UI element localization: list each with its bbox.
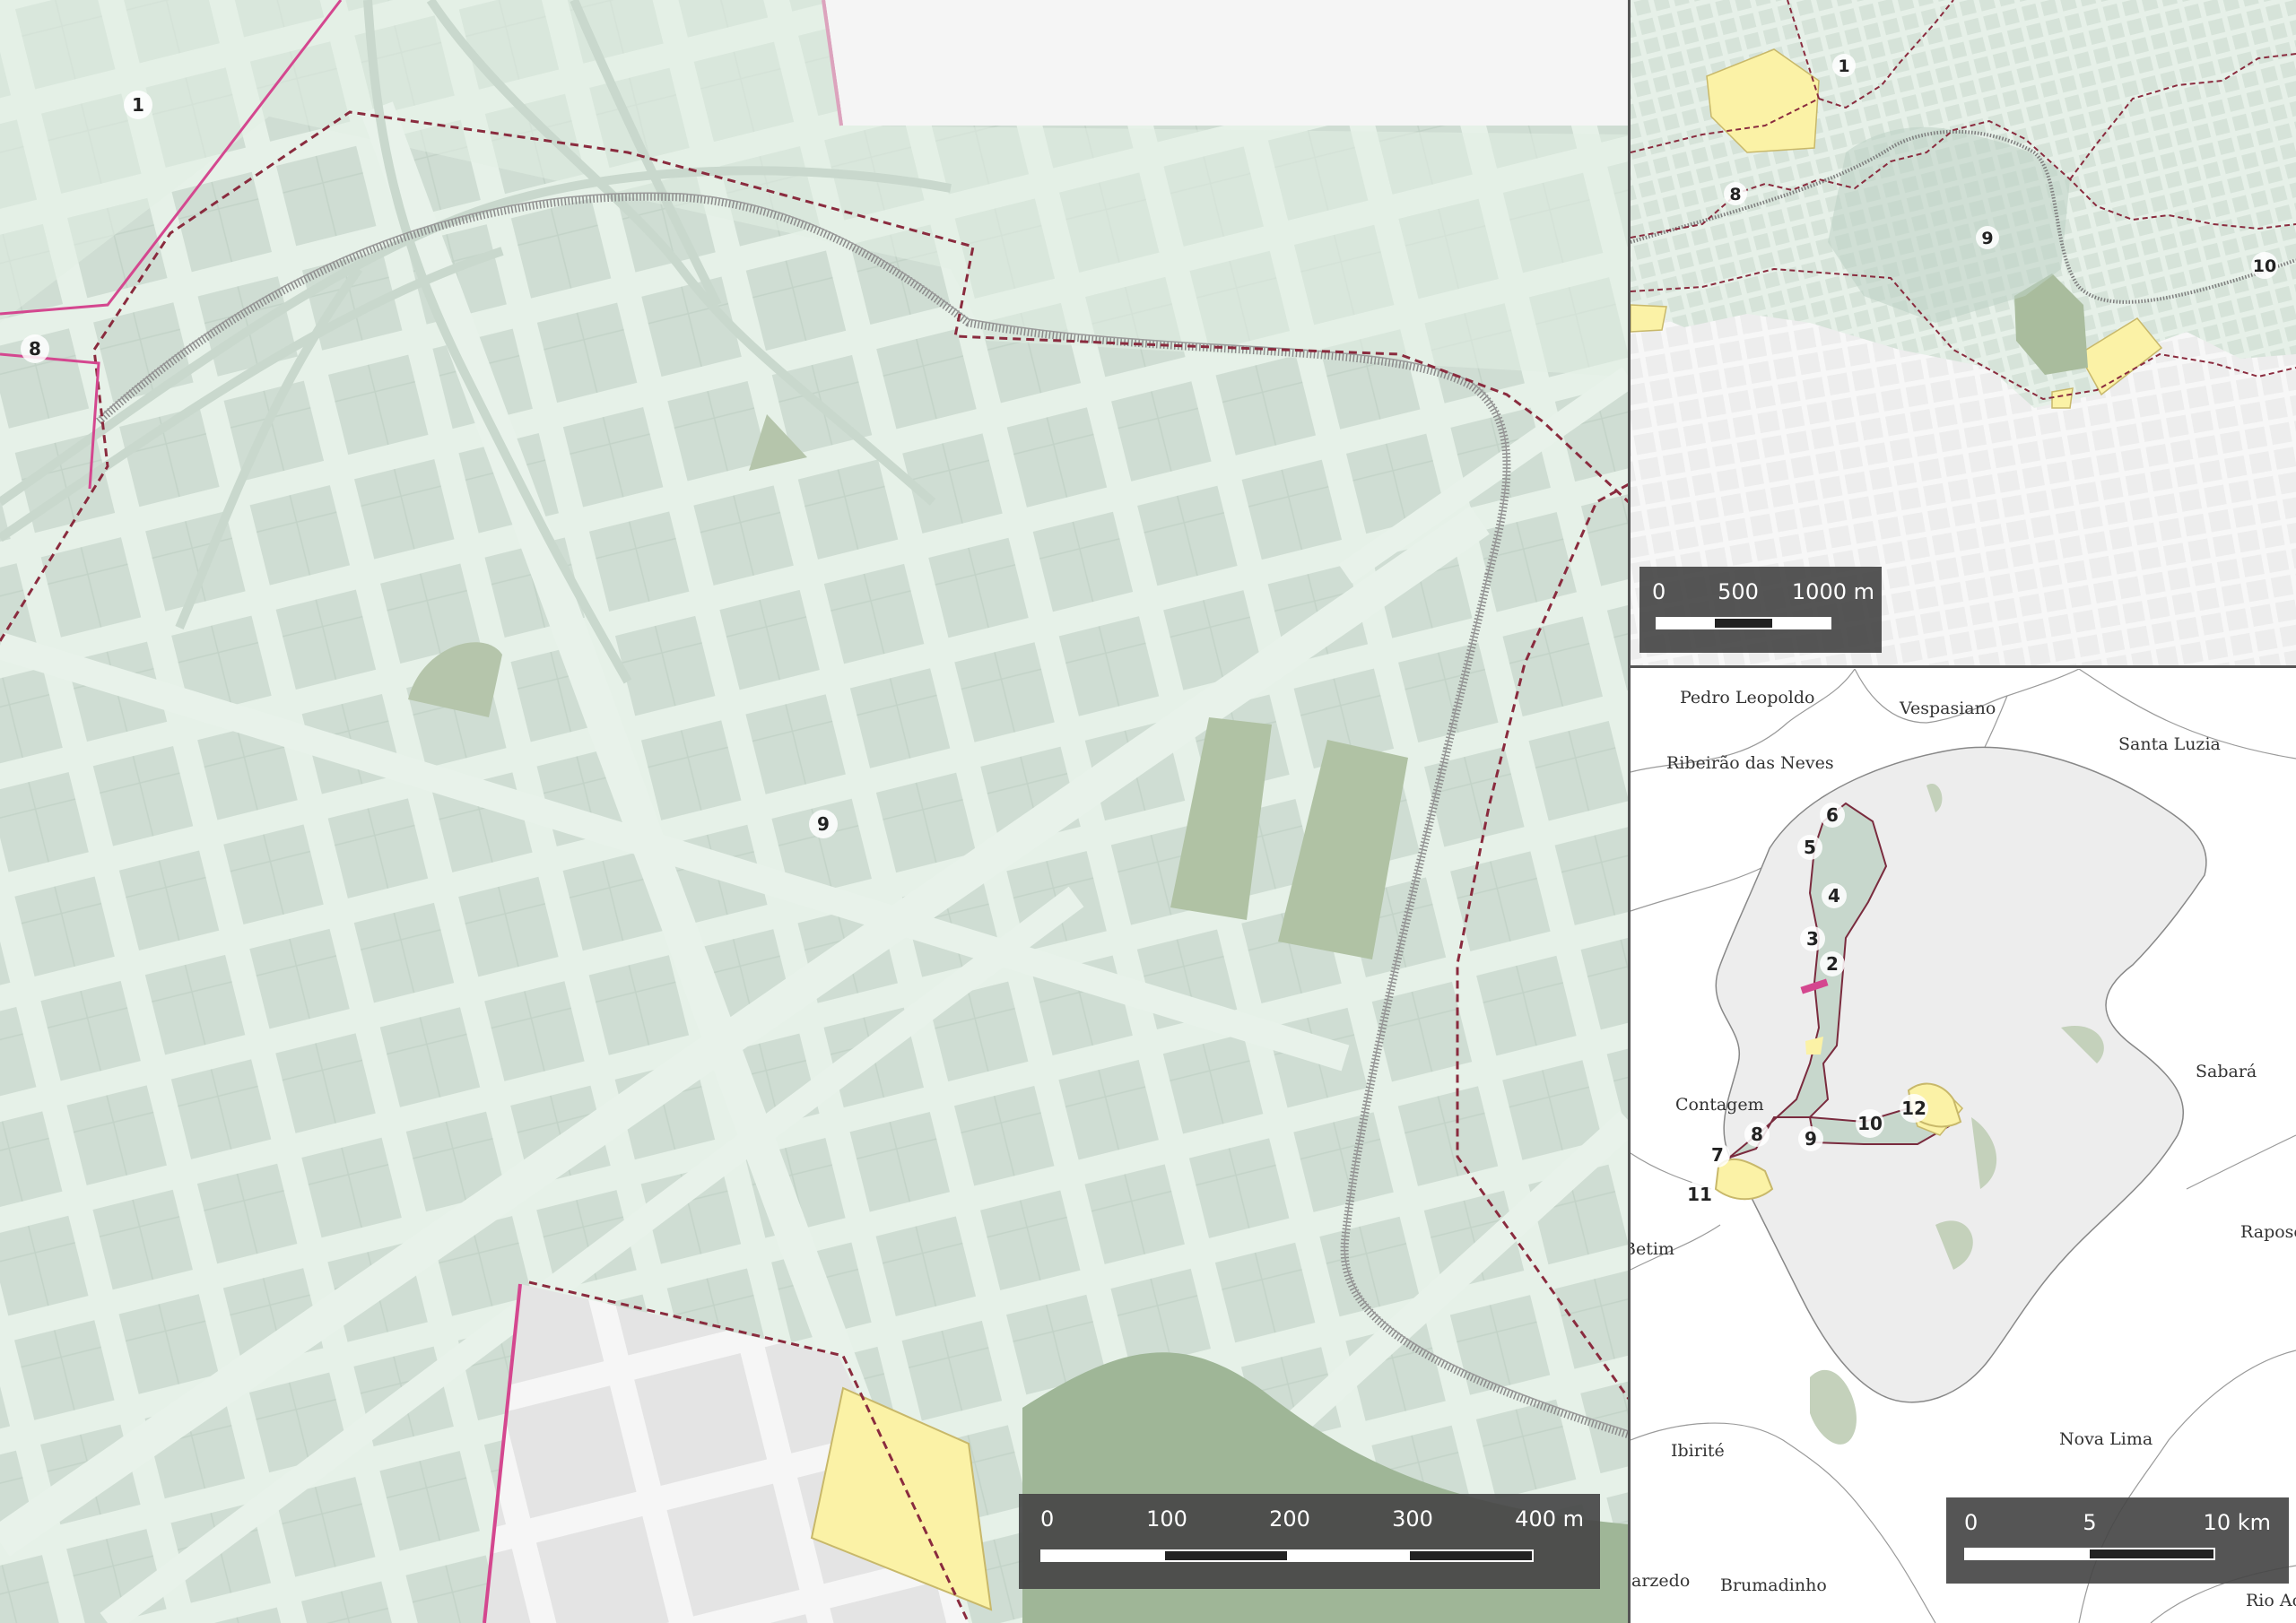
- overview-map: 1 8 9 10: [1631, 0, 2296, 665]
- municipality-label: Santa Luzia: [2118, 734, 2221, 754]
- svg-text:1: 1: [1838, 56, 1849, 76]
- svg-text:8: 8: [1751, 1124, 1763, 1145]
- svg-text:4: 4: [1828, 885, 1840, 907]
- municipality-label: Contagem: [1675, 1095, 1764, 1115]
- panel-divider: [1631, 665, 2296, 668]
- overview-map-panel: 1 8 9 10 0 500 1000 m: [1631, 0, 2296, 665]
- scale-tick: 0: [1040, 1506, 1055, 1532]
- scale-tick: 500: [1718, 579, 1759, 604]
- zone-label-1: 1: [124, 91, 152, 119]
- svg-text:11: 11: [1687, 1184, 1712, 1205]
- zone-label-7: 7: [1705, 1142, 1730, 1167]
- municipality-label: Brumadinho: [1720, 1575, 1827, 1595]
- scale-bar-graphic: [1964, 1548, 2215, 1560]
- zone-label-6: 6: [1820, 803, 1845, 828]
- zone-label-11: 11: [1685, 1180, 1714, 1209]
- svg-text:5: 5: [1804, 837, 1816, 858]
- scale-bar-main: 0 100 200 300 400 m: [1019, 1494, 1600, 1589]
- svg-text:9: 9: [817, 813, 830, 835]
- scale-bar-graphic: [1656, 617, 1831, 629]
- zone-label-9: 9: [809, 810, 838, 838]
- detail-map-panel: 1 8 9 0 100 200 300 400 m: [0, 0, 1629, 1623]
- scale-bar-graphic: [1040, 1549, 1534, 1562]
- svg-text:6: 6: [1826, 804, 1839, 826]
- svg-text:8: 8: [1729, 185, 1741, 204]
- zone-label-12: 12: [1900, 1094, 1928, 1123]
- zone-label-3: 3: [1800, 926, 1825, 951]
- svg-text:3: 3: [1806, 928, 1819, 950]
- zone-label-1: 1: [1832, 54, 1856, 77]
- scale-tick: 100: [1146, 1506, 1187, 1532]
- municipality-label: Pedro Leopoldo: [1680, 688, 1814, 707]
- outside-area-top: [825, 0, 1629, 126]
- zone-label-8: 8: [21, 334, 49, 363]
- scale-tick: 0: [1964, 1510, 1979, 1535]
- scale-tick: 300: [1392, 1506, 1433, 1532]
- svg-text:9: 9: [1805, 1128, 1817, 1150]
- zone-label-4: 4: [1822, 883, 1847, 908]
- zone-label-2: 2: [1820, 951, 1845, 976]
- municipality-label: Betim: [1631, 1239, 1674, 1259]
- detail-map: 1 8 9: [0, 0, 1629, 1623]
- regional-map-panel: 2 3 4 5 6 7 8 9 10 11 12 Pedro Leopoldo …: [1631, 669, 2296, 1623]
- svg-text:1: 1: [132, 94, 144, 116]
- svg-text:7: 7: [1711, 1144, 1724, 1166]
- municipality-label: Raposos: [2240, 1222, 2296, 1242]
- regional-map: 2 3 4 5 6 7 8 9 10 11 12 Pedro Leopoldo …: [1631, 669, 2296, 1623]
- scale-tick: 5: [2083, 1510, 2097, 1535]
- scale-tick: 0: [1652, 579, 1666, 604]
- zone-label-9: 9: [1798, 1126, 1823, 1151]
- scale-tick: 10 km: [2203, 1510, 2271, 1535]
- scale-tick: 400 m: [1515, 1506, 1584, 1532]
- scale-bar-overview: 0 500 1000 m: [1639, 567, 1882, 653]
- municipality-label: Vespasiano: [1899, 699, 1996, 718]
- svg-text:10: 10: [2253, 256, 2276, 276]
- municipality-label: Rio Acima: [2246, 1591, 2296, 1610]
- scale-bar-regional: 0 5 10 km: [1946, 1497, 2289, 1584]
- zone-label-9: 9: [1976, 226, 1999, 249]
- municipality-label: Ibirité: [1671, 1441, 1725, 1461]
- map-figure: 1 8 9 0 100 200 300 400 m 1 8 9 10 0 500…: [0, 0, 2296, 1623]
- svg-text:10: 10: [1857, 1113, 1883, 1134]
- svg-text:12: 12: [1901, 1098, 1926, 1119]
- municipality-label: Sarzedo: [1631, 1571, 1690, 1591]
- municipality-label: Sabará: [2196, 1062, 2257, 1081]
- zone-label-10: 10: [2251, 252, 2278, 279]
- zone-label-8: 8: [1724, 182, 1747, 205]
- zone-label-8: 8: [1744, 1122, 1770, 1147]
- svg-text:9: 9: [1981, 229, 1993, 248]
- scale-tick: 200: [1269, 1506, 1310, 1532]
- scale-tick: 1000 m: [1791, 579, 1874, 604]
- municipality-label: Nova Lima: [2059, 1429, 2152, 1449]
- svg-text:8: 8: [29, 338, 41, 360]
- svg-text:2: 2: [1826, 953, 1839, 975]
- zone-label-5: 5: [1797, 835, 1822, 860]
- municipality-label: Ribeirão das Neves: [1666, 753, 1834, 773]
- zone-label-10: 10: [1856, 1109, 1884, 1138]
